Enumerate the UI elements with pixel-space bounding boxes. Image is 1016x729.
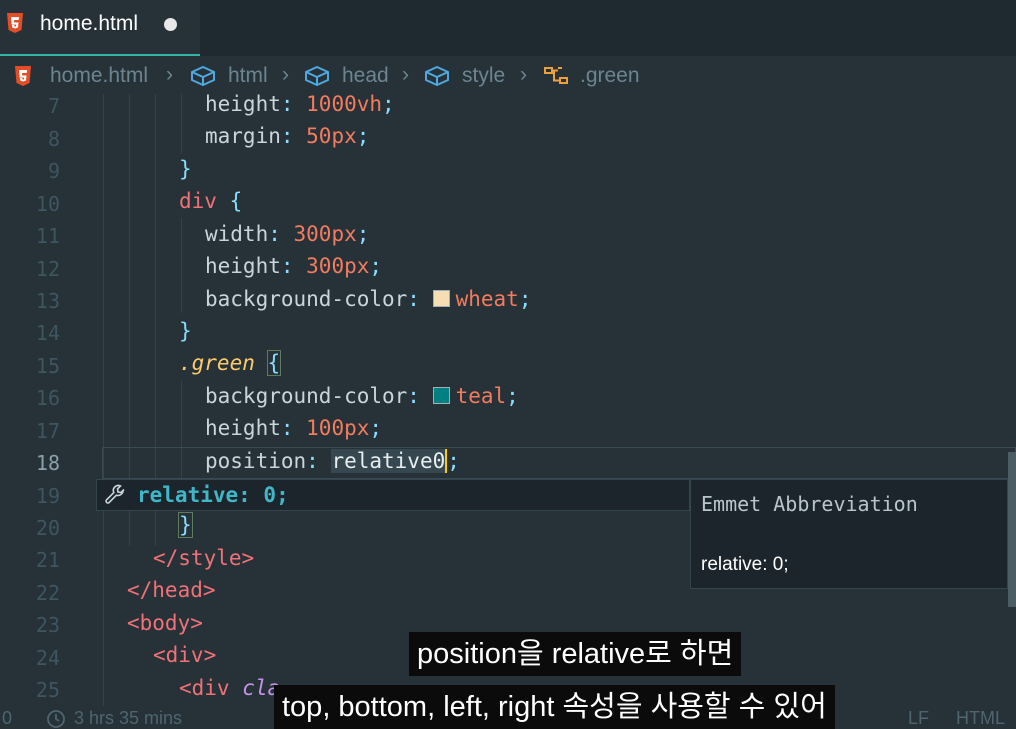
status-count[interactable]: 0: [2, 708, 12, 729]
suggestion-detail-panel: Emmet Abbreviation relative: 0;: [690, 479, 1008, 589]
code-line-current[interactable]: position: relative0;: [205, 449, 460, 473]
code-line[interactable]: }: [179, 157, 192, 181]
line-number: 17: [35, 419, 60, 443]
chevron-right-icon: ›: [166, 63, 173, 86]
line-number: 19: [35, 484, 60, 508]
code-line[interactable]: }: [179, 319, 192, 343]
code-line[interactable]: </style>: [153, 546, 254, 570]
line-number: 8: [47, 127, 60, 151]
code-line[interactable]: background-color: teal;: [205, 384, 519, 408]
line-number: 13: [35, 289, 60, 313]
color-swatch-wheat[interactable]: [432, 290, 450, 307]
line-number: 21: [35, 548, 60, 572]
breadcrumb-item-file[interactable]: home.html: [50, 64, 148, 88]
line-number: 25: [35, 678, 60, 702]
breadcrumb-item-html[interactable]: html: [228, 64, 268, 88]
breadcrumb-item-green[interactable]: .green: [580, 64, 640, 88]
code-line[interactable]: height: 1000vh;: [205, 92, 395, 116]
color-swatch-teal[interactable]: [432, 387, 450, 404]
status-language[interactable]: HTML: [956, 708, 1005, 729]
tab-home-html[interactable]: home.html: [0, 0, 200, 56]
code-line[interactable]: height: 300px;: [205, 254, 382, 278]
subtitle-line-2: top, bottom, left, right 속성을 사용할 수 있어: [274, 685, 835, 729]
history-icon: [47, 710, 65, 728]
code-line[interactable]: width: 300px;: [205, 222, 369, 246]
detail-title: Emmet Abbreviation: [701, 492, 918, 516]
html5-icon: [7, 13, 23, 33]
line-number: 12: [35, 257, 60, 281]
line-number: 24: [35, 646, 60, 670]
chevron-right-icon: ›: [402, 63, 409, 86]
breadcrumb-item-head[interactable]: head: [342, 64, 389, 88]
chevron-right-icon: ›: [282, 63, 289, 86]
detail-body: relative: 0;: [701, 554, 789, 575]
indent-guide: [181, 94, 182, 154]
suggestion-item[interactable]: relative: 0;: [96, 479, 690, 511]
line-number: 16: [35, 386, 60, 410]
subtitle-line-1: position을 relative로 하면: [409, 632, 742, 676]
indent-guide: [181, 218, 182, 313]
line-number: 20: [35, 516, 60, 540]
line-number: 23: [35, 613, 60, 637]
cube-icon: [305, 66, 329, 86]
line-number-current: 18: [35, 451, 60, 475]
line-number: 11: [35, 224, 60, 248]
breadcrumb-item-style[interactable]: style: [462, 64, 505, 88]
suggestion-label: relative: 0;: [137, 483, 289, 507]
code-line[interactable]: <body>: [127, 611, 203, 635]
cube-icon: [191, 66, 215, 86]
tab-label: home.html: [40, 12, 139, 35]
chevron-right-icon: ›: [520, 63, 527, 86]
unsaved-dot-icon[interactable]: [164, 18, 177, 31]
code-line[interactable]: background-color: wheat;: [205, 287, 531, 311]
tab-bar: home.html: [0, 0, 1016, 56]
line-number: 10: [35, 192, 60, 216]
code-line[interactable]: height: 100px;: [205, 416, 382, 440]
code-line[interactable]: <div>: [153, 643, 216, 667]
scrollbar[interactable]: [1008, 452, 1016, 607]
line-number: 15: [35, 354, 60, 378]
line-number: 14: [35, 321, 60, 345]
css-selector-icon: [544, 67, 568, 84]
code-line[interactable]: div {: [179, 189, 242, 213]
status-eol[interactable]: LF: [908, 708, 929, 729]
line-number: 7: [47, 94, 60, 118]
typed-abbreviation[interactable]: relative0: [331, 449, 446, 473]
cube-icon: [425, 66, 449, 86]
status-time[interactable]: 3 hrs 35 mins: [74, 708, 182, 729]
code-line[interactable]: </head>: [127, 578, 216, 602]
code-line[interactable]: margin: 50px;: [205, 124, 369, 148]
line-number: 9: [47, 159, 60, 183]
wrench-icon: [105, 484, 125, 504]
indent-guide: [103, 94, 104, 706]
html5-icon: [15, 66, 31, 86]
breadcrumb: home.html › html › head › style › .green: [0, 58, 1016, 94]
code-line[interactable]: <div cla: [179, 676, 280, 700]
code-line[interactable]: .green {: [179, 350, 282, 376]
line-number: 22: [35, 581, 60, 605]
code-line[interactable]: }: [178, 512, 193, 538]
